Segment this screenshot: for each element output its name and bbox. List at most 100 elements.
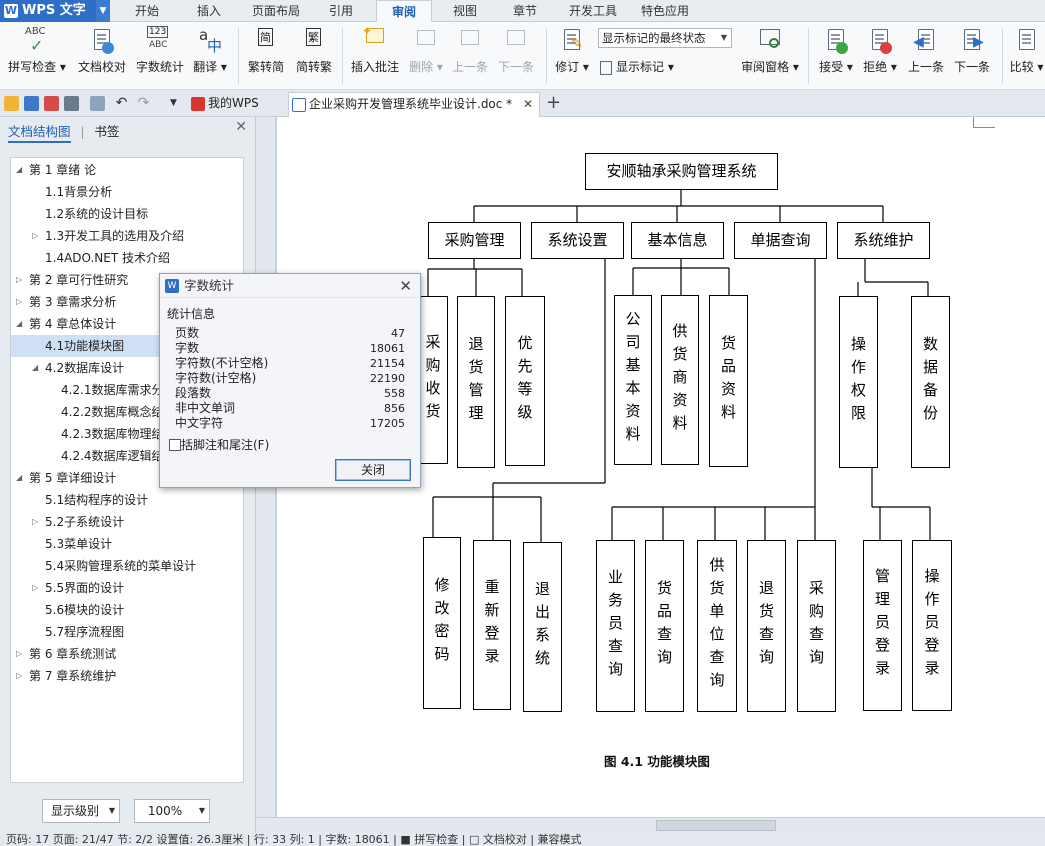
expand-icon[interactable]: ▷ [32, 225, 38, 247]
new-tab-icon[interactable]: + [546, 92, 561, 113]
module-basic-info: 基本信息 [631, 222, 724, 259]
tab-insert[interactable]: 插入 [186, 0, 232, 22]
include-notes-checkbox[interactable]: 包括脚注和尾注(F) [169, 436, 269, 453]
word-count-button[interactable]: 123 ABC 字数统计 [134, 26, 186, 84]
tab-developer[interactable]: 开发工具 [562, 0, 624, 22]
outline-item[interactable]: ▷ 1.3开发工具的选用及介绍 [11, 225, 243, 247]
delete-comment-button[interactable]: 删除 ▾ [406, 26, 446, 84]
pdf-icon[interactable] [44, 96, 59, 111]
next-comment-button[interactable]: 下一条 [496, 26, 536, 84]
chevron-down-icon: ▼ [720, 33, 728, 42]
close-icon[interactable]: ✕ [235, 119, 247, 135]
prev-comment-button[interactable]: 上一条 [450, 26, 490, 84]
trad-to-simp-button[interactable]: 简 繁转简 [244, 26, 288, 84]
submodule-exit: 退出系统 [523, 542, 562, 712]
collapse-icon[interactable]: ◢ [16, 313, 22, 335]
tab-references[interactable]: 引用 [318, 0, 364, 22]
next-change-button[interactable]: ▶ 下一条 [950, 26, 994, 84]
expand-icon[interactable]: ▷ [32, 577, 38, 599]
outline-item-label: 第 7 章系统维护 [29, 669, 117, 683]
outline-item[interactable]: 1.2系统的设计目标 [11, 203, 243, 225]
tab-review[interactable]: 审阅 [376, 0, 432, 22]
revise-button[interactable]: ✎ 修订 ▾ [552, 26, 592, 84]
tab-home[interactable]: 开始 [124, 0, 170, 22]
save-icon[interactable] [24, 96, 39, 111]
tab-document-map[interactable]: 文档结构图 [8, 124, 71, 143]
simp-trad-icon: 繁 [301, 26, 327, 54]
print-preview-icon[interactable] [90, 96, 105, 111]
dialog-titlebar[interactable]: W 字数统计 ✕ [160, 274, 420, 298]
outline-item[interactable]: 5.6模块的设计 [11, 599, 243, 621]
wps-menu-button[interactable]: W WPS 文字 ▼ [0, 0, 110, 22]
outline-item[interactable]: ▷ 第 6 章系统测试 [11, 643, 243, 665]
ribbon-separator [1002, 28, 1003, 84]
module-settings: 系统设置 [531, 222, 624, 259]
outline-item[interactable]: 1.4ADO.NET 技术介绍 [11, 247, 243, 269]
close-icon[interactable]: ✕ [523, 93, 533, 116]
outline-item[interactable]: ▷ 第 7 章系统维护 [11, 665, 243, 687]
outline-item[interactable]: 5.1结构程序的设计 [11, 489, 243, 511]
prev-change-button[interactable]: ◀ 上一条 [904, 26, 948, 84]
outline-item-label: 5.6模块的设计 [45, 603, 125, 617]
outline-item[interactable]: 1.1背景分析 [11, 181, 243, 203]
chevron-down-icon[interactable]: ▼ [96, 0, 110, 22]
outline-item[interactable]: ◢ 第 1 章绪 论 [11, 159, 243, 181]
stats-value: 21154 [370, 357, 405, 370]
close-icon[interactable]: ✕ [399, 274, 412, 298]
spell-check-button[interactable]: ABC ✓ 拼写检查 ▾ [4, 26, 70, 84]
collapse-icon[interactable]: ◢ [16, 467, 22, 489]
stats-row: 中文字符 17205 [175, 416, 405, 431]
outline-item-label: 1.2系统的设计目标 [45, 207, 149, 221]
expand-icon[interactable]: ▷ [16, 643, 22, 665]
arrow-left-icon [457, 26, 483, 54]
chevron-down-icon[interactable]: ▼ [166, 96, 181, 111]
outline-item[interactable]: ▷ 5.2子系统设计 [11, 511, 243, 533]
redo-icon[interactable]: ↷ [136, 96, 151, 111]
outline-item[interactable]: 5.3菜单设计 [11, 533, 243, 555]
tab-view[interactable]: 视图 [442, 0, 488, 22]
ribbon-separator [546, 28, 547, 84]
insert-comment-button[interactable]: ✦ 插入批注 [348, 24, 402, 84]
collapse-icon[interactable]: ◢ [16, 159, 22, 181]
markup-state-select[interactable]: 显示标记的最终状态 ▼ [598, 28, 732, 48]
outline-item-label: 第 4 章总体设计 [29, 317, 117, 331]
show-level-select[interactable]: 显示级别 ▼ [42, 799, 120, 823]
show-markup-button[interactable]: 显示标记 ▾ [600, 58, 674, 75]
accept-button[interactable]: 接受 ▾ [816, 26, 856, 84]
outline-item[interactable]: ▷ 5.5界面的设计 [11, 577, 243, 599]
tab-chapter[interactable]: 章节 [502, 0, 548, 22]
undo-icon[interactable]: ↶ [114, 96, 129, 111]
open-icon[interactable] [4, 96, 19, 111]
doc-proofread-button[interactable]: 文档校对 [74, 26, 130, 84]
translate-button[interactable]: a中 翻译 ▾ [190, 26, 230, 84]
review-pane-button[interactable]: 审阅窗格 ▾ [738, 26, 802, 84]
stats-row: 非中文单词 856 [175, 401, 405, 416]
module-maintenance: 系统维护 [837, 222, 930, 259]
module-documents: 单据查询 [734, 222, 827, 259]
simp-to-trad-button[interactable]: 繁 简转繁 [292, 26, 336, 84]
reject-button[interactable]: 拒绝 ▾ [860, 26, 900, 84]
close-button[interactable]: 关闭 [335, 459, 411, 481]
tab-bookmarks[interactable]: 书签 [94, 124, 119, 139]
stats-row: 字符数(不计空格) 21154 [175, 356, 405, 371]
scrollbar-thumb[interactable] [656, 820, 776, 831]
zoom-select[interactable]: 100% ▼ [134, 799, 210, 823]
collapse-icon[interactable]: ◢ [32, 357, 38, 379]
submodule-supplier-query: 供货单位查询 [697, 540, 737, 712]
delete-comment-icon [413, 26, 439, 54]
print-icon[interactable] [64, 96, 79, 111]
compare-button[interactable]: 比较 ▾ [1008, 26, 1045, 84]
tab-my-wps[interactable]: 我的WPS [188, 92, 284, 117]
outline-item[interactable]: 5.7程序流程图 [11, 621, 243, 643]
tab-document[interactable]: 企业采购开发管理系统毕业设计.doc * ✕ [288, 92, 540, 117]
tab-special[interactable]: 特色应用 [634, 0, 696, 22]
expand-icon[interactable]: ▷ [16, 269, 22, 291]
outline-item[interactable]: 5.4采购管理系统的菜单设计 [11, 555, 243, 577]
checkbox-icon[interactable] [169, 438, 181, 451]
expand-icon[interactable]: ▷ [32, 511, 38, 533]
expand-icon[interactable]: ▷ [16, 291, 22, 313]
tab-page-layout[interactable]: 页面布局 [246, 0, 306, 22]
horizontal-scrollbar[interactable] [256, 817, 1045, 833]
expand-icon[interactable]: ▷ [16, 665, 22, 687]
outline-item-label: 5.7程序流程图 [45, 625, 125, 639]
